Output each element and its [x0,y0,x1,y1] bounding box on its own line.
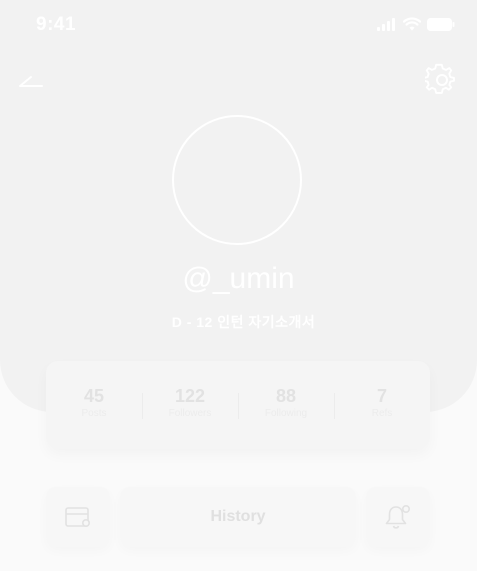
battery-icon [427,17,455,31]
history-button[interactable]: History [120,487,356,547]
wallet-icon [65,507,90,528]
avatar[interactable] [172,115,302,245]
stat-followers[interactable]: 122 Followers [142,361,238,449]
username: @_umin [182,262,295,295]
stat-value: 7 [376,385,387,406]
wifi-icon [403,17,421,31]
cellular-signal-icon [377,17,397,31]
stat-value: 88 [275,385,297,406]
stat-value: 45 [83,385,105,406]
action-row: History [46,487,430,549]
wallet-button[interactable] [46,487,110,547]
bio-text: D - 12 인턴 자기소개서 [171,314,316,330]
stat-label: Followers [168,407,212,419]
stats-card: 45 Posts 122 Followers 88 Following 7 Re… [46,361,430,449]
history-label: History [210,508,266,525]
stat-value: 122 [174,385,206,406]
stat-posts[interactable]: 45 Posts [46,361,142,449]
status-time: 9:41 [36,14,77,35]
stat-label: Posts [81,407,107,419]
stat-refs[interactable]: 7 Refs [334,361,430,449]
stat-following[interactable]: 88 Following [238,361,334,449]
stat-label: Following [264,407,308,419]
notifications-button[interactable] [366,487,430,547]
bell-icon [385,504,410,529]
stat-label: Refs [371,407,393,419]
status-bar: 9:41 [0,0,477,50]
settings-button[interactable] [425,63,459,97]
back-arrow-icon [19,76,43,87]
gear-icon [425,63,455,94]
back-button[interactable] [16,66,46,96]
status-icons [377,17,455,31]
